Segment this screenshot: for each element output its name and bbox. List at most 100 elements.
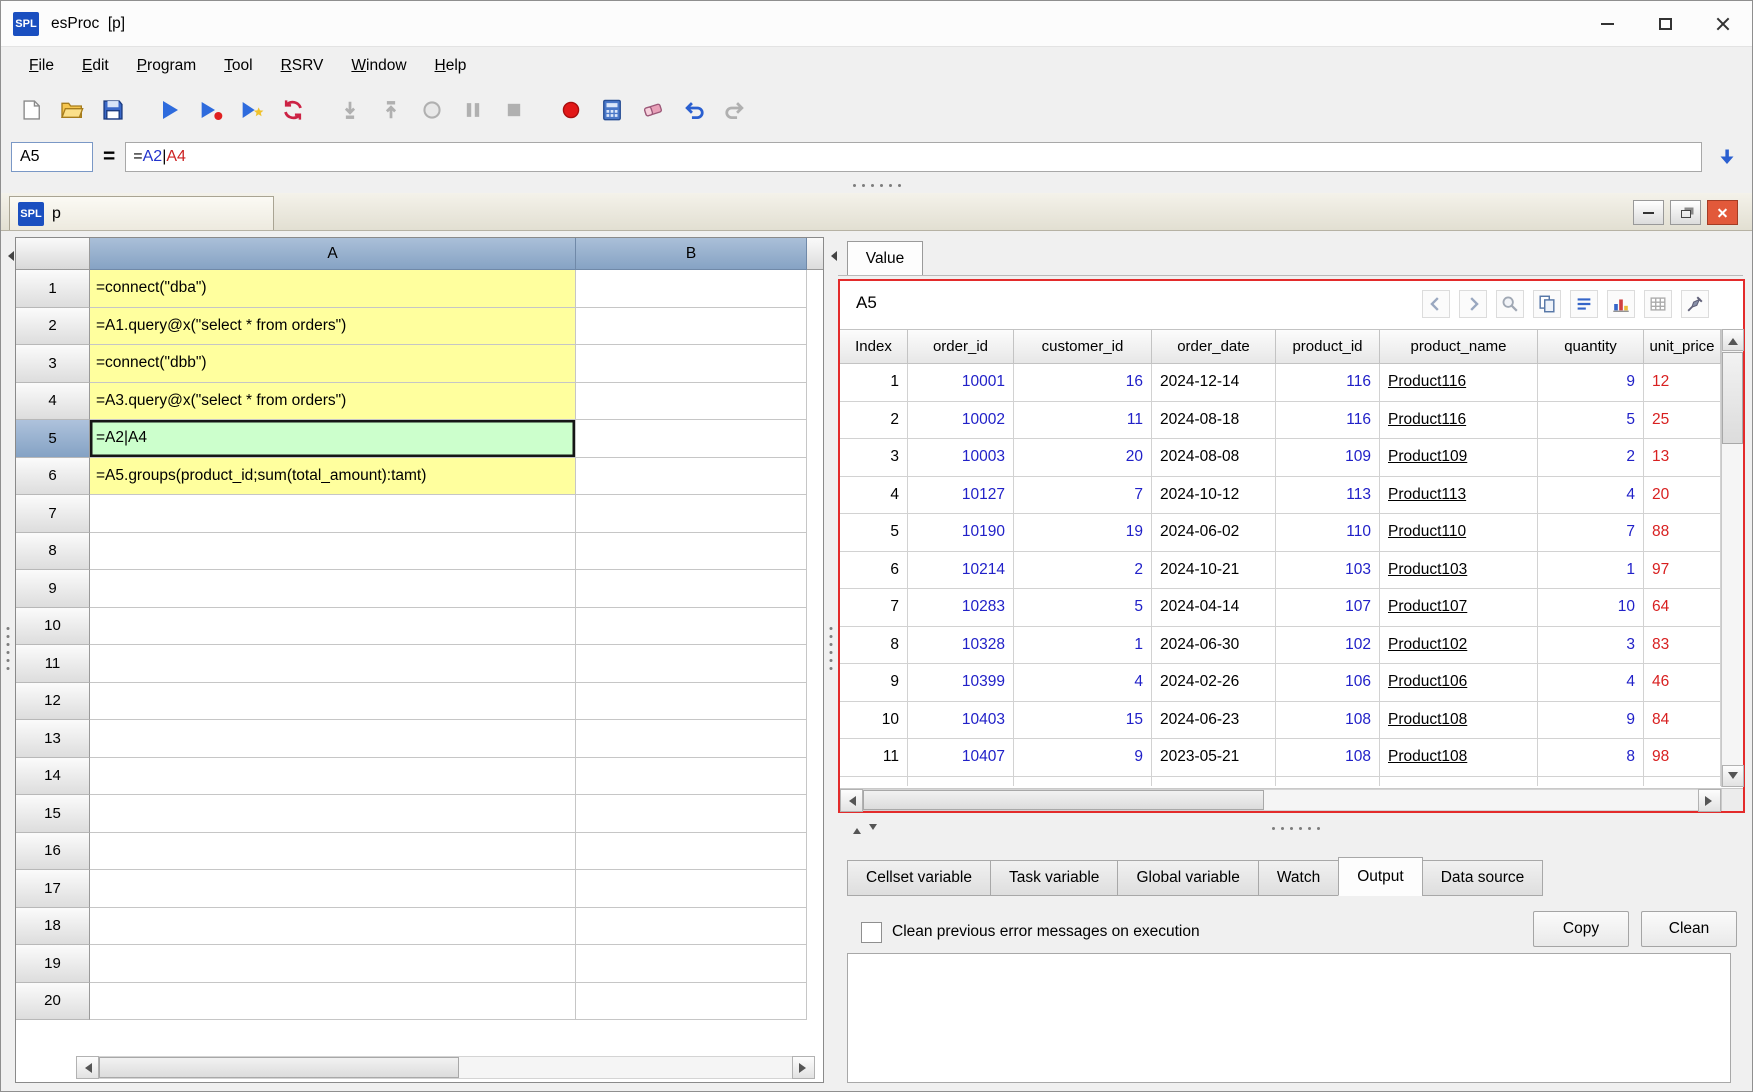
scroll-left-button[interactable] bbox=[76, 1056, 99, 1079]
table-row[interactable]: 8 10328 1 2024-06-30 102 Product102 3 83 bbox=[840, 626, 1721, 664]
run-to-cursor-button[interactable] bbox=[414, 93, 450, 127]
scroll-left-button[interactable] bbox=[840, 789, 863, 812]
cell-index[interactable]: 10 bbox=[840, 701, 908, 739]
cell-product-name[interactable]: Product116 bbox=[1380, 401, 1538, 439]
cell-index[interactable]: 4 bbox=[840, 476, 908, 514]
cell-quantity[interactable]: 10 bbox=[1538, 589, 1644, 627]
step-return-button[interactable] bbox=[373, 93, 409, 127]
cell-unit-price[interactable]: 98 bbox=[1644, 739, 1721, 777]
row-header[interactable]: 1 bbox=[16, 270, 90, 308]
row-header[interactable]: 16 bbox=[16, 832, 90, 870]
cell-product-name[interactable]: Product106 bbox=[1380, 664, 1538, 702]
cell-order-id[interactable]: 10190 bbox=[908, 514, 1014, 552]
menu-rsrv[interactable]: RSRV bbox=[267, 52, 338, 80]
pin-button[interactable] bbox=[1681, 290, 1709, 318]
cell-quantity[interactable]: 1 bbox=[1538, 551, 1644, 589]
table-row[interactable]: 7 10283 5 2024-04-14 107 Product107 10 6… bbox=[840, 589, 1721, 627]
cell-product-name[interactable]: Product108 bbox=[1380, 701, 1538, 739]
cell-customer-id[interactable]: 4 bbox=[1014, 664, 1152, 702]
output-console[interactable] bbox=[847, 953, 1731, 1083]
grid-cell-b[interactable] bbox=[576, 720, 807, 758]
cell-customer-id[interactable]: 19 bbox=[1014, 514, 1152, 552]
breakpoint-button[interactable] bbox=[553, 93, 589, 127]
grid-cell-b[interactable] bbox=[576, 607, 807, 645]
cell-unit-price[interactable]: 20 bbox=[1644, 476, 1721, 514]
calculator-button[interactable] bbox=[594, 93, 630, 127]
cell-product-name[interactable]: Product108 bbox=[1380, 739, 1538, 777]
grid-cell-b[interactable] bbox=[576, 645, 807, 683]
grid-cell-a[interactable] bbox=[90, 832, 576, 870]
cell-order-id[interactable]: 10001 bbox=[908, 364, 1014, 402]
row-header[interactable]: 14 bbox=[16, 757, 90, 795]
cell-index[interactable]: 5 bbox=[840, 514, 908, 552]
grid-cell-a[interactable]: =A5.groups(product_id;sum(total_amount):… bbox=[90, 457, 576, 495]
row-header[interactable]: 7 bbox=[16, 495, 90, 533]
magnifier-button[interactable] bbox=[1496, 290, 1524, 318]
row-header[interactable]: 4 bbox=[16, 382, 90, 420]
cell-index[interactable]: 7 bbox=[840, 589, 908, 627]
bottom-pane-splitter[interactable] bbox=[847, 821, 1745, 837]
cell-index[interactable]: 8 bbox=[840, 626, 908, 664]
grid-cell-b[interactable] bbox=[576, 870, 807, 908]
result-horizontal-scrollbar[interactable] bbox=[840, 788, 1721, 812]
row-header[interactable]: 18 bbox=[16, 907, 90, 945]
result-column-header[interactable]: quantity bbox=[1538, 330, 1644, 364]
text-mode-button[interactable] bbox=[1570, 290, 1598, 318]
cell-index[interactable]: 3 bbox=[840, 439, 908, 477]
clean-messages-checkbox[interactable] bbox=[861, 921, 882, 943]
bottom-tab[interactable]: Watch bbox=[1257, 860, 1340, 896]
table-row[interactable]: 12 10435 3 2024-11-08 104 Product104 8 1 bbox=[840, 776, 1721, 786]
grid-cell-a[interactable] bbox=[90, 870, 576, 908]
cell-product-name[interactable]: Product102 bbox=[1380, 626, 1538, 664]
grid-cell-a[interactable]: =connect("dba") bbox=[90, 270, 576, 308]
cell-product-id[interactable]: 108 bbox=[1276, 701, 1380, 739]
grid-cell-a[interactable]: =A3.query@x("select * from orders") bbox=[90, 382, 576, 420]
cell-quantity[interactable]: 2 bbox=[1538, 439, 1644, 477]
grid-cell-b[interactable] bbox=[576, 532, 807, 570]
cell-product-name[interactable]: Product104 bbox=[1380, 776, 1538, 786]
cell-order-date[interactable]: 2023-05-21 bbox=[1152, 739, 1276, 777]
sheet-tab-p[interactable]: SPL p bbox=[9, 196, 274, 230]
grid-cell-a[interactable] bbox=[90, 982, 576, 1020]
row-header[interactable]: 3 bbox=[16, 345, 90, 383]
grid-cell-b[interactable] bbox=[576, 945, 807, 983]
cell-order-id[interactable]: 10407 bbox=[908, 739, 1014, 777]
cell-quantity[interactable]: 9 bbox=[1538, 364, 1644, 402]
grid-horizontal-scrollbar[interactable] bbox=[76, 1056, 815, 1079]
cell-product-id[interactable]: 103 bbox=[1276, 551, 1380, 589]
result-vertical-scrollbar[interactable] bbox=[1721, 329, 1744, 787]
cell-order-id[interactable]: 10435 bbox=[908, 776, 1014, 786]
cell-product-id[interactable]: 116 bbox=[1276, 401, 1380, 439]
horizontal-splitter[interactable] bbox=[1, 179, 1752, 193]
cell-order-date[interactable]: 2024-08-18 bbox=[1152, 401, 1276, 439]
grid-cell-b[interactable] bbox=[576, 832, 807, 870]
cell-order-id[interactable]: 10003 bbox=[908, 439, 1014, 477]
pause-button[interactable] bbox=[455, 93, 491, 127]
menu-program[interactable]: Program bbox=[123, 52, 210, 80]
cell-unit-price[interactable]: 12 bbox=[1644, 364, 1721, 402]
cell-order-id[interactable]: 10127 bbox=[908, 476, 1014, 514]
row-header[interactable]: 9 bbox=[16, 570, 90, 608]
undo-button[interactable] bbox=[676, 93, 712, 127]
cell-unit-price[interactable]: 88 bbox=[1644, 514, 1721, 552]
cell-unit-price[interactable]: 84 bbox=[1644, 701, 1721, 739]
table-row[interactable]: 1 10001 16 2024-12-14 116 Product116 9 1… bbox=[840, 364, 1721, 402]
formula-input[interactable]: = A2 | A4 bbox=[125, 142, 1702, 172]
cell-customer-id[interactable]: 1 bbox=[1014, 626, 1152, 664]
bottom-tab[interactable]: Output bbox=[1338, 857, 1423, 896]
cell-customer-id[interactable]: 20 bbox=[1014, 439, 1152, 477]
scroll-thumb[interactable] bbox=[99, 1057, 460, 1078]
result-column-header[interactable]: order_date bbox=[1152, 330, 1276, 364]
result-column-header[interactable]: unit_price bbox=[1644, 330, 1721, 364]
cell-unit-price[interactable]: 13 bbox=[1644, 439, 1721, 477]
cell-order-date[interactable]: 2024-11-08 bbox=[1152, 776, 1276, 786]
cell-order-date[interactable]: 2024-12-14 bbox=[1152, 364, 1276, 402]
cell-product-name[interactable]: Product113 bbox=[1380, 476, 1538, 514]
cell-unit-price[interactable]: 46 bbox=[1644, 664, 1721, 702]
close-button[interactable] bbox=[1694, 1, 1752, 46]
scroll-right-button[interactable] bbox=[792, 1056, 815, 1079]
cell-order-id[interactable]: 10403 bbox=[908, 701, 1014, 739]
grid-cell-a[interactable] bbox=[90, 570, 576, 608]
doc-minimize-button[interactable] bbox=[1633, 200, 1664, 225]
menu-file[interactable]: File bbox=[15, 52, 68, 80]
